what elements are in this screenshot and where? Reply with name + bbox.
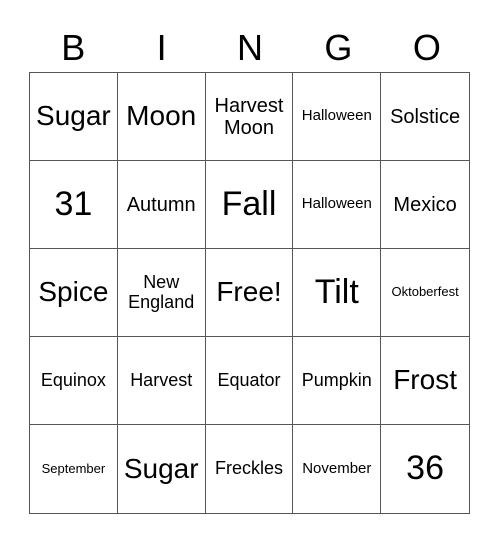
bingo-cell[interactable]: Sugar [118, 425, 206, 513]
cell-text: Fall [221, 184, 277, 223]
cell-text: Oktoberfest [391, 284, 459, 300]
cell-text: Frost [393, 364, 457, 396]
cell-text: Moon [126, 100, 197, 132]
header-letter-g: G [324, 27, 353, 68]
bingo-cell[interactable]: Tilt [293, 249, 382, 337]
bingo-cell[interactable]: Harvest [117, 337, 206, 425]
header-letter-i: I [156, 27, 167, 68]
free-space-cell[interactable]: Free! [205, 249, 294, 337]
cell-text: Sugar [36, 100, 111, 132]
header-letter-o: O [412, 27, 441, 68]
cell-text: Free! [216, 276, 282, 308]
bingo-cell[interactable]: Equinox [30, 337, 118, 425]
bingo-cell[interactable]: Sugar [30, 73, 118, 161]
header-letter-b: B [61, 27, 86, 68]
cell-text: Autumn [126, 193, 196, 216]
bingo-cell[interactable]: Halloween [293, 161, 382, 249]
cell-text: Spice [38, 276, 109, 308]
bingo-cell[interactable]: Harvest Moon [205, 73, 294, 161]
cell-text: Pumpkin [301, 369, 372, 390]
bingo-cell[interactable]: September [30, 425, 118, 513]
cell-text: Harvest [130, 369, 193, 390]
header-letter-n: N [237, 27, 264, 68]
bingo-cell[interactable]: Autumn [117, 161, 206, 249]
cell-text: Halloween [301, 195, 372, 213]
cell-text: Halloween [301, 107, 372, 125]
cell-text: Solstice [390, 105, 461, 128]
cell-text: New England [128, 271, 195, 312]
bingo-cell[interactable]: Oktoberfest [381, 249, 469, 337]
cell-text: 31 [54, 184, 93, 223]
bingo-cell[interactable]: Halloween [293, 73, 382, 161]
bingo-cell[interactable]: Moon [117, 73, 206, 161]
cell-text: 36 [406, 449, 444, 488]
bingo-cell[interactable]: Solstice [381, 73, 469, 161]
bingo-cell[interactable]: Pumpkin [293, 337, 382, 425]
cell-text: Sugar [123, 452, 199, 484]
cell-text: November [302, 459, 372, 477]
bingo-cell[interactable]: November [293, 425, 382, 513]
bingo-cell[interactable]: Freckles [206, 425, 294, 513]
cell-text: September [41, 460, 106, 476]
cell-text: Equinox [40, 369, 106, 390]
bingo-cell[interactable]: Mexico [381, 161, 469, 249]
bingo-grid: Sugar Moon Harvest Moon Halloween Solstice 31… [29, 72, 470, 514]
bingo-cell[interactable]: Spice [30, 249, 118, 337]
cell-text: Equator [217, 369, 281, 390]
cell-text: Freckles [214, 458, 283, 479]
bingo-header: B I N G O [29, 24, 471, 72]
bingo-cell[interactable]: 31 [30, 161, 118, 249]
cell-text: Tilt [314, 272, 359, 311]
bingo-cell[interactable]: New England [117, 249, 206, 337]
bingo-cell[interactable]: Frost [381, 337, 469, 425]
bingo-cell[interactable]: 36 [381, 425, 469, 513]
bingo-cell[interactable]: Fall [205, 161, 294, 249]
cell-text: Mexico [393, 193, 457, 216]
bingo-cell[interactable]: Equator [205, 337, 294, 425]
cell-text: Harvest Moon [214, 94, 284, 139]
